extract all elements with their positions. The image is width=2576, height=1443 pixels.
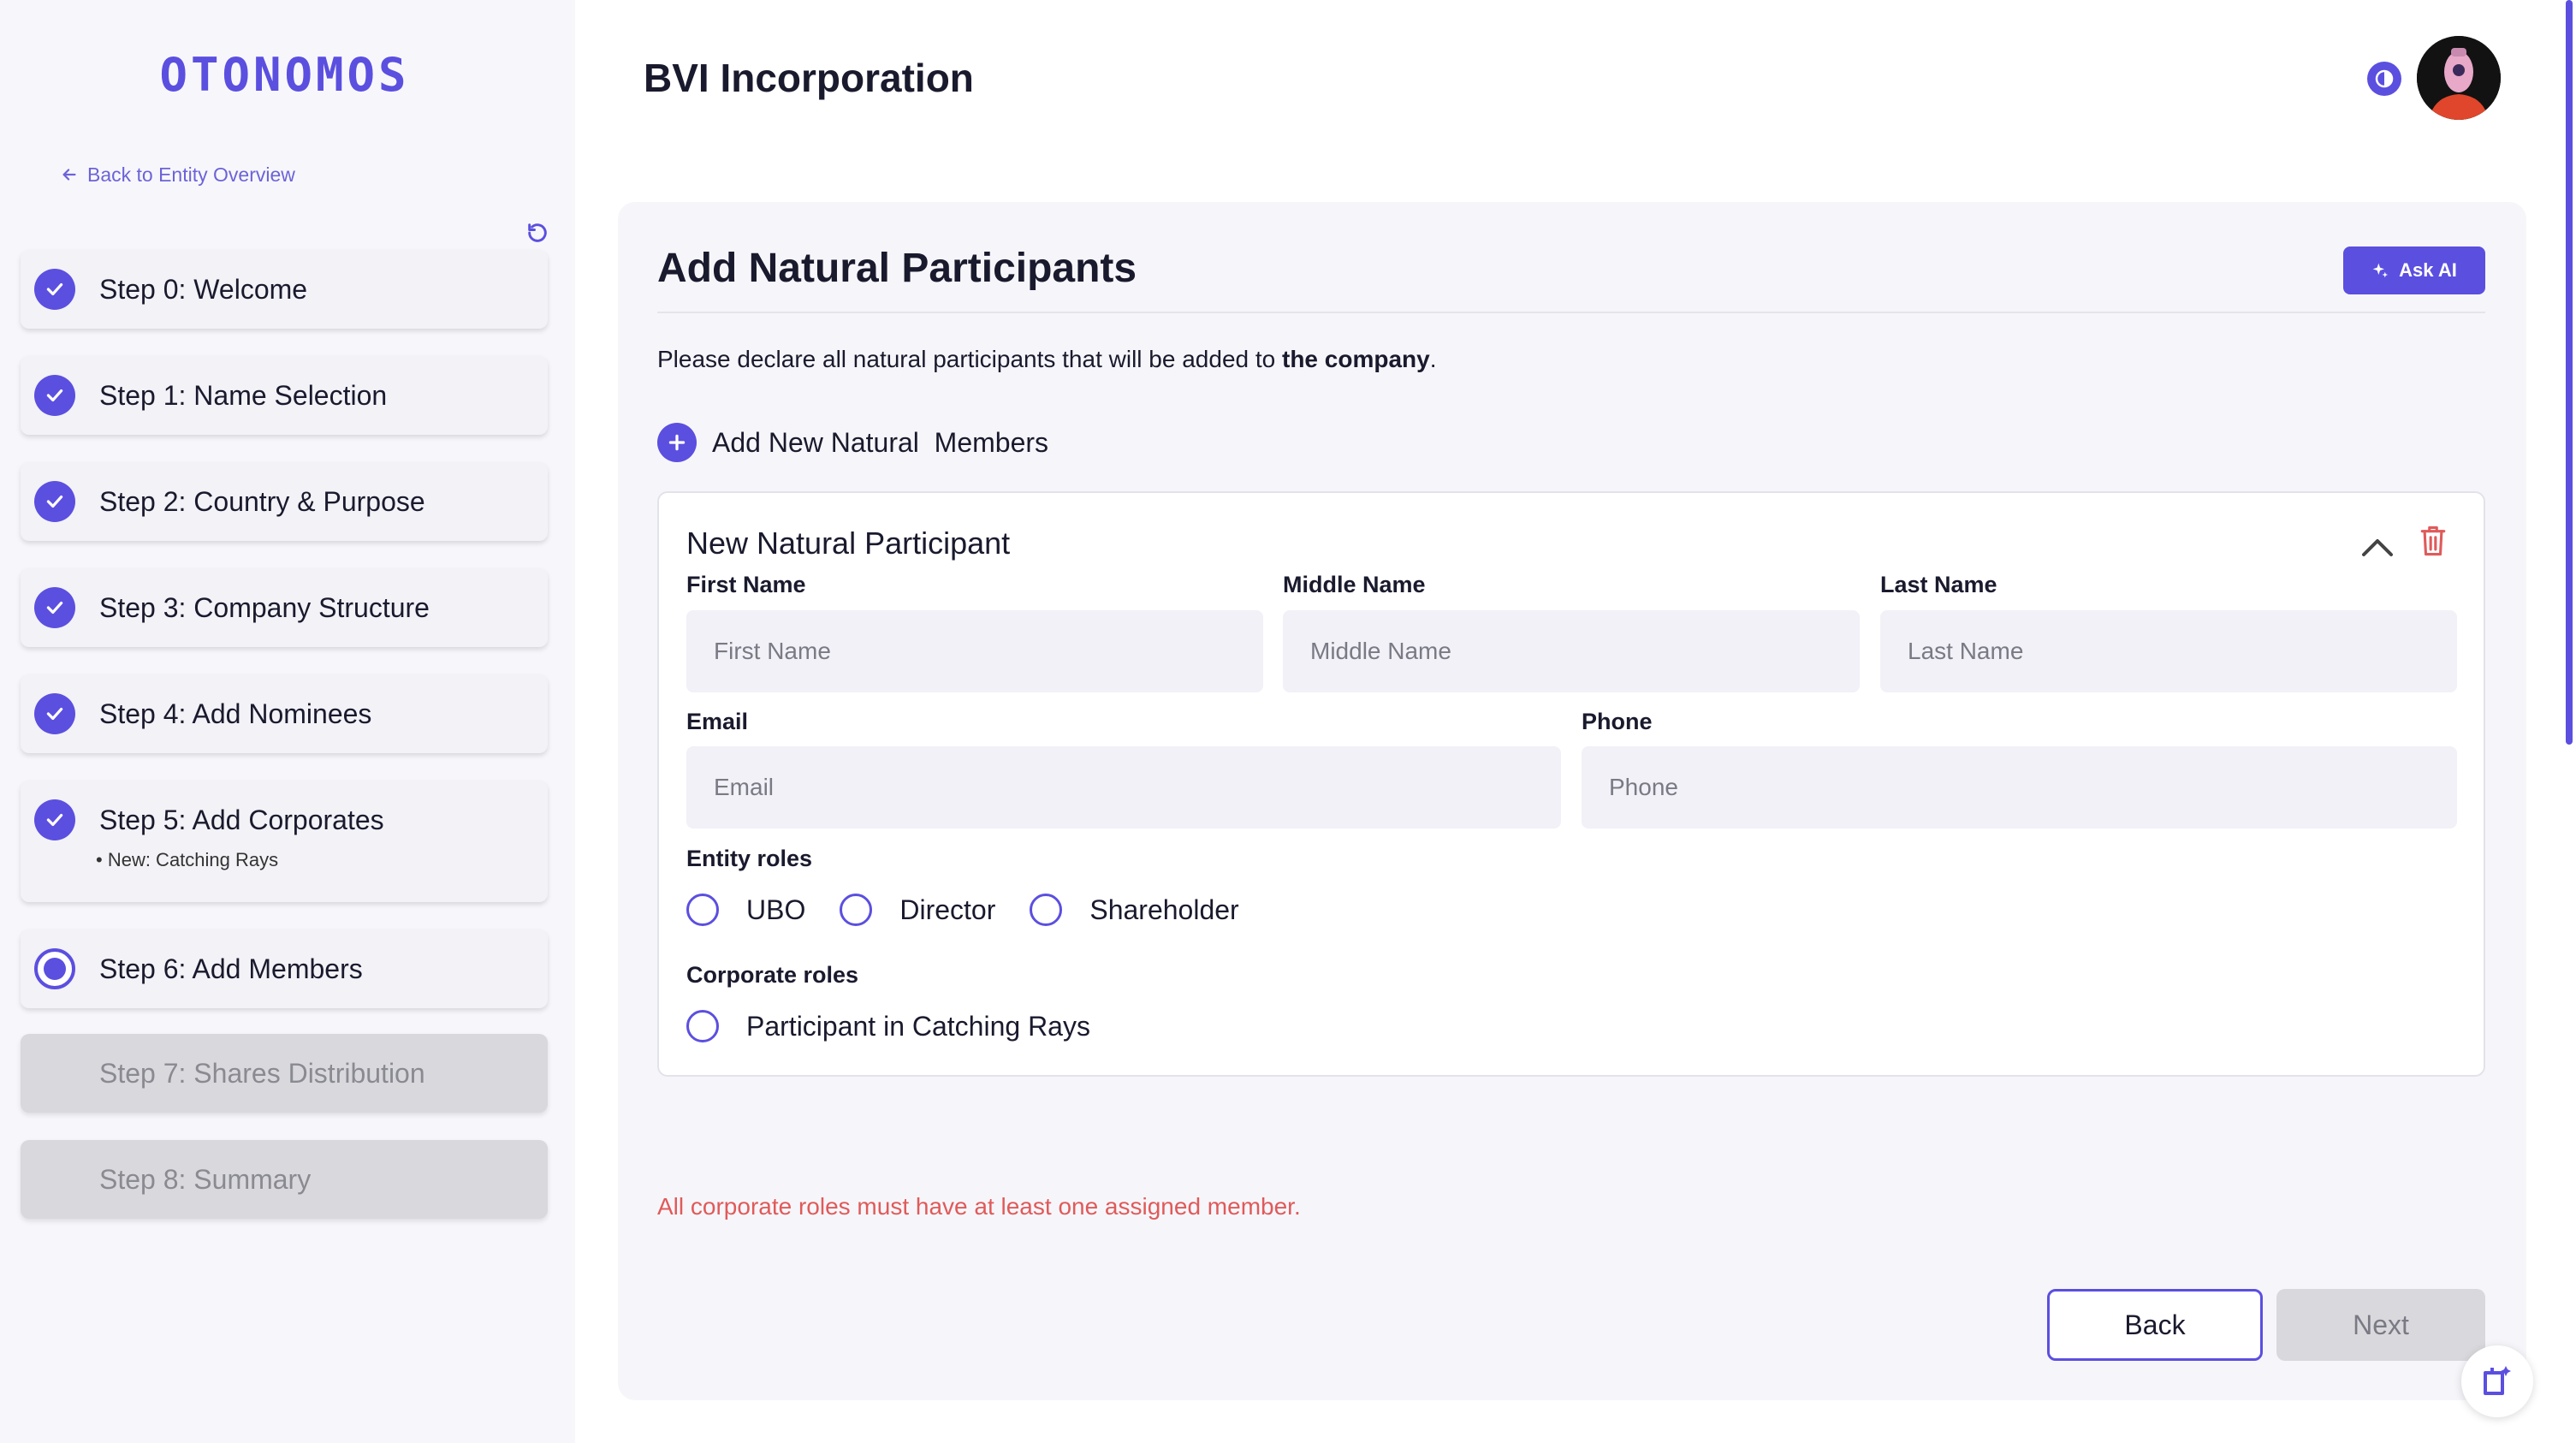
first-name-label: First Name: [686, 572, 806, 597]
radio-label: Director: [899, 894, 996, 925]
plus-icon: [657, 423, 697, 462]
user-avatar-image: [2417, 36, 2501, 120]
sidebar: OTONOMOS Back to Entity Overview Step 0:…: [0, 0, 575, 1443]
ask-ai-label: Ask AI: [2399, 259, 2457, 281]
check-icon: [34, 375, 75, 416]
entity-roles-label: Entity roles: [686, 846, 813, 871]
section-title: Add Natural Participants: [657, 246, 1137, 291]
avatar[interactable]: [2417, 36, 2501, 120]
step-label: Step 5: Add Corporates: [99, 805, 384, 835]
description: Please declare all natural participants …: [657, 346, 1436, 373]
step-4-add-nominees[interactable]: Step 4: Add Nominees: [21, 674, 548, 753]
back-button[interactable]: Back: [2047, 1289, 2263, 1361]
radio-circle: [686, 1010, 719, 1042]
radio-label: UBO: [746, 894, 806, 925]
step-label: Step 1: Name Selection: [99, 380, 388, 411]
check-icon: [34, 693, 75, 734]
step-label: Step 2: Country & Purpose: [99, 486, 425, 517]
phone-label: Phone: [1582, 709, 1653, 734]
check-icon: [34, 587, 75, 628]
step-6-add-members[interactable]: Step 6: Add Members: [21, 929, 548, 1008]
chevron-up-icon[interactable]: [2359, 531, 2396, 561]
step-label: Step 7: Shares Distribution: [99, 1058, 425, 1089]
radio-label: Participant in Catching Rays: [746, 1010, 1090, 1042]
page-scrollbar[interactable]: [2566, 0, 2573, 745]
step-label: Step 6: Add Members: [99, 953, 363, 984]
participant-title: New Natural Participant: [686, 526, 1011, 561]
description-text: Please declare all natural participants …: [657, 346, 1282, 372]
trash-icon[interactable]: [2419, 524, 2448, 558]
back-to-entity-overview-link[interactable]: Back to Entity Overview: [60, 161, 295, 188]
check-icon: [34, 799, 75, 840]
corporate-roles-label: Corporate roles: [686, 962, 859, 988]
check-icon: [34, 269, 75, 310]
refresh-icon[interactable]: [525, 221, 549, 245]
email-label: Email: [686, 709, 749, 734]
sparkle-icon: [2372, 263, 2389, 278]
step-label: Step 8: Summary: [99, 1164, 312, 1195]
step-1-name-selection[interactable]: Step 1: Name Selection: [21, 356, 548, 435]
add-new-natural-members-button[interactable]: Add New Natural Members: [657, 423, 1048, 462]
error-message: All corporate roles must have at least o…: [657, 1193, 1301, 1220]
first-name-input[interactable]: [686, 610, 1263, 692]
radio-circle: [840, 894, 873, 926]
divider: [657, 312, 2485, 313]
middle-name-label: Middle Name: [1283, 572, 1426, 597]
arrow-left-icon: [62, 169, 76, 181]
step-label: Step 4: Add Nominees: [99, 698, 372, 729]
step-3-company-structure[interactable]: Step 3: Company Structure: [21, 568, 548, 647]
radio-label: Shareholder: [1089, 894, 1239, 925]
last-name-input[interactable]: [1880, 610, 2457, 692]
chat-widget-button[interactable]: [2461, 1345, 2533, 1417]
corporate-roles-group: Participant in Catching Rays: [686, 1010, 1125, 1042]
description-bold: the company: [1282, 346, 1430, 372]
contrast-icon: [2375, 69, 2394, 88]
description-suffix: .: [1429, 346, 1437, 372]
check-icon: [34, 481, 75, 522]
entity-roles-group: UBO Director Shareholder: [686, 894, 1273, 926]
step-2-country-purpose[interactable]: Step 2: Country & Purpose: [21, 462, 548, 541]
step-label: Step 0: Welcome: [99, 274, 308, 305]
step-5-add-corporates[interactable]: Step 5: Add Corporates • New: Catching R…: [21, 781, 548, 902]
step-0-welcome[interactable]: Step 0: Welcome: [21, 250, 548, 329]
step-label: Step 3: Company Structure: [99, 592, 430, 623]
ask-ai-button[interactable]: Ask AI: [2343, 246, 2485, 294]
step-sub-item: • New: Catching Rays: [96, 849, 279, 870]
phone-input[interactable]: [1582, 746, 2457, 828]
chat-assistant-icon: [2484, 1366, 2511, 1395]
last-name-label: Last Name: [1880, 572, 1997, 597]
radio-circle: [686, 894, 719, 926]
page-title: BVI Incorporation: [644, 56, 974, 100]
email-input[interactable]: [686, 746, 1561, 828]
role-shareholder-radio[interactable]: Shareholder: [1030, 894, 1239, 926]
middle-name-input[interactable]: [1283, 610, 1860, 692]
role-director-radio[interactable]: Director: [840, 894, 995, 926]
theme-toggle-button[interactable]: [2367, 62, 2401, 96]
role-participant-catching-rays-radio[interactable]: Participant in Catching Rays: [686, 1010, 1090, 1042]
role-ubo-radio[interactable]: UBO: [686, 894, 805, 926]
step-7-shares-distribution[interactable]: Step 7: Shares Distribution: [21, 1034, 548, 1113]
current-step-icon: [34, 948, 75, 989]
logo[interactable]: OTONOMOS: [0, 48, 569, 102]
radio-circle: [1030, 894, 1063, 926]
add-members-label: Add New Natural Members: [712, 426, 1049, 458]
next-button[interactable]: Next: [2276, 1289, 2485, 1361]
step-8-summary[interactable]: Step 8: Summary: [21, 1140, 548, 1219]
back-link-label: Back to Entity Overview: [87, 163, 295, 186]
